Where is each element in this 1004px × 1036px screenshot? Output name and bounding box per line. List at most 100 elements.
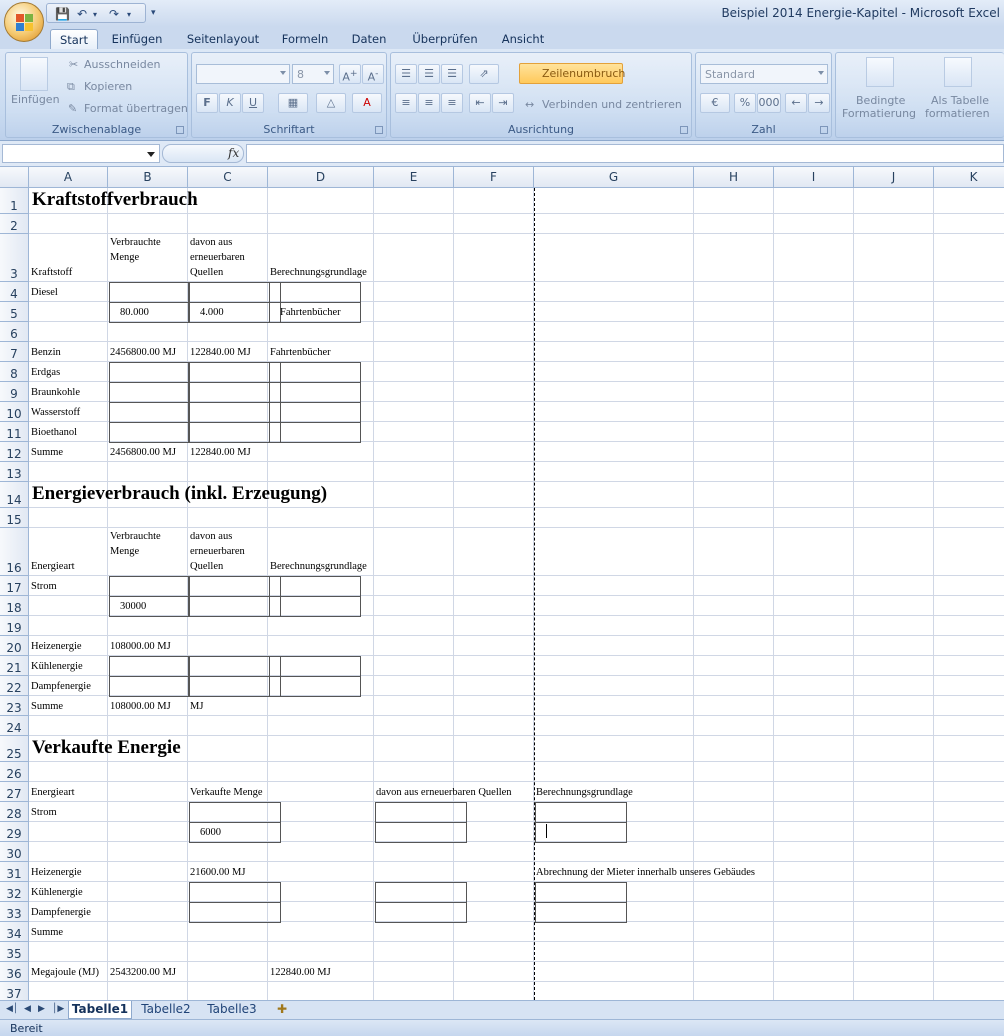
tab-ueberpruefen[interactable]: Überprüfen <box>406 29 484 49</box>
bordered-cell-d22[interactable] <box>269 676 361 697</box>
cell-g27[interactable]: Berechnungsgrundlage <box>536 787 633 798</box>
align-top-icon[interactable]: ☰ <box>395 64 417 84</box>
cell-a27[interactable]: Energieart <box>31 787 75 798</box>
select-all-corner[interactable] <box>0 167 29 188</box>
bordered-cell-c8[interactable] <box>189 362 281 383</box>
column-header-k[interactable]: K <box>934 167 1004 188</box>
percent-button[interactable]: % <box>734 93 756 113</box>
row-header-34[interactable]: 34 <box>0 922 29 942</box>
tab-seitenlayout[interactable]: Seitenlayout <box>182 29 264 49</box>
row-header-32[interactable]: 32 <box>0 882 29 902</box>
cell-a10[interactable]: Wasserstoff <box>31 407 80 418</box>
cell-a12[interactable]: Summe <box>31 447 63 458</box>
bordered-cell-c22[interactable] <box>189 676 281 697</box>
prev-sheet-icon[interactable]: ◀ <box>24 1004 31 1014</box>
cell-a3[interactable]: Kraftstoff <box>31 267 72 278</box>
bordered-cell-b8[interactable] <box>109 362 189 383</box>
sheet-tab-tabelle1[interactable]: Tabelle1 <box>68 1001 132 1019</box>
cell-c31[interactable]: 21600.00 MJ <box>190 867 245 878</box>
bordered-cell-e33[interactable] <box>375 902 467 923</box>
cell-c12[interactable]: 122840.00 MJ <box>190 447 251 458</box>
column-header-a[interactable]: A <box>29 167 108 188</box>
align-right-icon[interactable]: ≡ <box>441 93 463 113</box>
cell-b3[interactable]: Verbrauchte Menge <box>110 235 186 265</box>
cell-a25[interactable]: Verkaufte Energie <box>32 737 181 759</box>
tab-ansicht[interactable]: Ansicht <box>496 29 550 49</box>
cell-a20[interactable]: Heizenergie <box>31 641 82 652</box>
bordered-cell-b17[interactable] <box>109 576 189 597</box>
save-icon[interactable]: 💾 <box>55 5 70 23</box>
cell-a23[interactable]: Summe <box>31 701 63 712</box>
formula-input[interactable] <box>246 144 1004 163</box>
cell-g31[interactable]: Abrechnung der Mieter innerhalb unseres … <box>536 867 755 878</box>
bordered-cell-g32[interactable] <box>535 882 627 903</box>
font-color-icon[interactable]: A <box>352 93 382 113</box>
cell-d36[interactable]: 122840.00 MJ <box>270 967 331 978</box>
sheet-tab-tabelle3[interactable]: Tabelle3 <box>202 1001 262 1019</box>
borders-icon[interactable]: ▦ <box>278 93 308 113</box>
row-header-28[interactable]: 28 <box>0 802 29 822</box>
bordered-cell-c9[interactable] <box>189 382 281 403</box>
merge-center-button[interactable]: Verbinden und zentrieren <box>542 98 682 111</box>
font-launcher-icon[interactable] <box>375 126 383 134</box>
row-header-7[interactable]: 7 <box>0 342 29 362</box>
row-header-29[interactable]: 29 <box>0 822 29 842</box>
undo-dropdown-icon[interactable]: ▾ <box>93 5 97 23</box>
row-header-37[interactable]: 37 <box>0 982 29 1000</box>
redo-dropdown-icon[interactable]: ▾ <box>127 5 131 23</box>
cell-a8[interactable]: Erdgas <box>31 367 60 378</box>
bordered-cell-g33[interactable] <box>535 902 627 923</box>
cell-b16[interactable]: Verbrauchte Menge <box>110 529 186 559</box>
bordered-cell-d8[interactable] <box>269 362 361 383</box>
cell-a7[interactable]: Benzin <box>31 347 61 358</box>
bordered-cell-d4[interactable] <box>269 282 361 303</box>
thousands-button[interactable]: 000 <box>757 93 781 113</box>
conditional-formatting-label-2[interactable]: Formatierung <box>842 107 916 120</box>
cut-button[interactable]: Ausschneiden <box>84 58 161 71</box>
cell-a31[interactable]: Heizenergie <box>31 867 82 878</box>
format-painter-button[interactable]: Format übertragen <box>84 102 188 115</box>
bordered-cell-g29[interactable] <box>535 822 627 843</box>
bordered-cell-b9[interactable] <box>109 382 189 403</box>
insert-function-icon[interactable]: fx <box>228 146 239 160</box>
cell-a16[interactable]: Energieart <box>31 561 75 572</box>
row-header-6[interactable]: 6 <box>0 322 29 342</box>
row-header-8[interactable]: 8 <box>0 362 29 382</box>
tab-einfuegen[interactable]: Einfügen <box>106 29 168 49</box>
cell-d16[interactable]: Berechnungsgrundlage <box>270 561 367 572</box>
bordered-cell-g28[interactable] <box>535 802 627 823</box>
bordered-cell-c33[interactable] <box>189 902 281 923</box>
cell-a4[interactable]: Diesel <box>31 287 58 298</box>
bordered-cell-b11[interactable] <box>109 422 189 443</box>
row-header-24[interactable]: 24 <box>0 716 29 736</box>
cell-c3[interactable]: davon aus erneuerbaren Quellen <box>190 235 266 280</box>
row-header-4[interactable]: 4 <box>0 282 29 302</box>
column-header-b[interactable]: B <box>108 167 188 188</box>
bordered-cell-c4[interactable] <box>189 282 281 303</box>
bordered-cell-e28[interactable] <box>375 802 467 823</box>
cell-a34[interactable]: Summe <box>31 927 63 938</box>
row-header-35[interactable]: 35 <box>0 942 29 962</box>
increase-indent-icon[interactable]: ⇥ <box>492 93 514 113</box>
bordered-cell-d10[interactable] <box>269 402 361 423</box>
align-middle-icon[interactable]: ☰ <box>418 64 440 84</box>
row-header-16[interactable]: 16 <box>0 528 29 576</box>
wrap-text-button[interactable]: Zeilenumbruch <box>519 63 625 84</box>
column-header-i[interactable]: I <box>774 167 854 188</box>
number-launcher-icon[interactable] <box>820 126 828 134</box>
row-header-17[interactable]: 17 <box>0 576 29 596</box>
sheet-tab-tabelle2[interactable]: Tabelle2 <box>136 1001 196 1019</box>
row-header-12[interactable]: 12 <box>0 442 29 462</box>
row-header-9[interactable]: 9 <box>0 382 29 402</box>
row-header-13[interactable]: 13 <box>0 462 29 482</box>
column-header-f[interactable]: F <box>454 167 534 188</box>
row-header-11[interactable]: 11 <box>0 422 29 442</box>
cell-d7[interactable]: Fahrtenbücher <box>270 347 331 358</box>
row-header-31[interactable]: 31 <box>0 862 29 882</box>
cell-a9[interactable]: Braunkohle <box>31 387 80 398</box>
alignment-launcher-icon[interactable] <box>680 126 688 134</box>
bordered-cell-b10[interactable] <box>109 402 189 423</box>
cell-a22[interactable]: Dampfenergie <box>31 681 91 692</box>
bold-button[interactable]: F <box>196 93 218 113</box>
align-left-icon[interactable]: ≡ <box>395 93 417 113</box>
